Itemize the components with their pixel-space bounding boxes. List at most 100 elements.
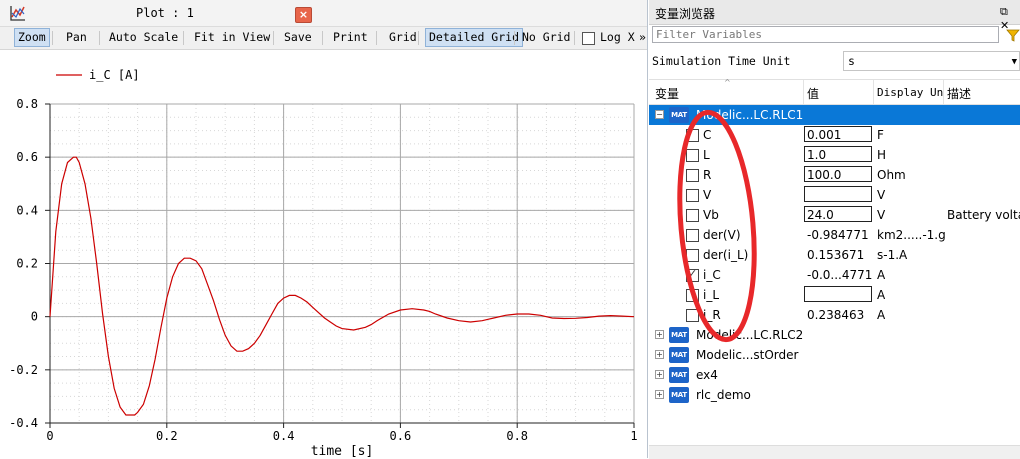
- toolbar---button[interactable]: »: [636, 29, 649, 46]
- plot-toolbar: Zoom Pan Auto Scale Fit in View Save Print Gri…: [0, 27, 647, 50]
- toolbar-log-x-button[interactable]: Log X: [597, 29, 638, 46]
- plot-area[interactable]: 0 0.2 0.4 0.6 0.8 1 -0.4 -0.2 0 0.2 0.4 0.6 0.8 time …: [0, 50, 647, 458]
- plot-variable-checkbox[interactable]: [686, 309, 699, 322]
- tree-node-result-file[interactable]: − MAT Modelic...LC.RLC1: [649, 105, 1020, 125]
- variable-row[interactable]: der(V) -0.984771 km2.....-1.g: [649, 225, 1020, 245]
- expand-icon[interactable]: +: [655, 370, 664, 379]
- result-file-name: Modelic...LC.RLC2: [696, 328, 804, 342]
- plot-variable-checkbox[interactable]: [686, 229, 699, 242]
- variable-unit[interactable]: s-1.A: [877, 248, 945, 262]
- result-file-name: rlc_demo: [696, 388, 751, 402]
- sort-caret-icon[interactable]: ^: [724, 78, 731, 87]
- variable-name: i_C: [703, 268, 721, 282]
- col-value[interactable]: 值: [807, 85, 819, 102]
- variable-value-input[interactable]: 0.001: [804, 126, 872, 142]
- variable-unit[interactable]: V: [877, 188, 945, 202]
- toolbar-auto-scale-button[interactable]: Auto Scale: [106, 29, 181, 46]
- time-unit-value: s: [848, 54, 855, 68]
- variable-row[interactable]: C 0.001 F: [649, 125, 1020, 145]
- time-unit-label: Simulation Time Unit: [652, 54, 791, 68]
- toolbar-grid-button[interactable]: Grid: [386, 29, 420, 46]
- plot-variable-checkbox[interactable]: [686, 129, 699, 142]
- y-tick-label: 0.2: [16, 257, 38, 271]
- toolbar-zoom-button[interactable]: Zoom: [14, 28, 50, 47]
- tree-header: ^ 变量 值 Display Un: 描述: [649, 78, 1020, 105]
- variable-row[interactable]: L 1.0 H: [649, 145, 1020, 165]
- variable-name: der(V): [703, 228, 741, 242]
- y-tick-label: -0.2: [9, 363, 38, 377]
- tree-node-result-file[interactable]: + MAT ex4: [649, 365, 1020, 385]
- plot-variable-checkbox[interactable]: [686, 149, 699, 162]
- col-variable[interactable]: 变量: [655, 85, 679, 102]
- plot-variable-checkbox[interactable]: [686, 209, 699, 222]
- plot-variable-checkbox[interactable]: [686, 189, 699, 202]
- variable-unit[interactable]: A: [877, 288, 945, 302]
- tree-node-result-file[interactable]: + MAT rlc_demo: [649, 385, 1020, 405]
- x-tick-label: 1: [630, 429, 637, 443]
- toolbar-print-button[interactable]: Print: [330, 29, 371, 46]
- expand-icon[interactable]: +: [655, 350, 664, 359]
- variable-name: der(i_L): [703, 248, 749, 262]
- variable-row[interactable]: Vb 24.0 V Battery volta: [649, 205, 1020, 225]
- variable-name: R: [703, 168, 712, 182]
- result-file-name: ex4: [696, 368, 718, 382]
- plot-variable-checkbox[interactable]: [686, 249, 699, 262]
- col-display-unit[interactable]: Display Un:: [877, 86, 943, 99]
- variable-name: V: [703, 188, 712, 202]
- variable-row[interactable]: i_R 0.238463 A: [649, 305, 1020, 325]
- variable-value: 0.153671: [807, 248, 865, 262]
- y-tick-label: 0: [31, 310, 38, 324]
- col-description[interactable]: 描述: [947, 85, 971, 102]
- time-unit-select[interactable]: s ▼: [843, 51, 1020, 71]
- expand-icon[interactable]: +: [655, 330, 664, 339]
- horizontal-scrollbar[interactable]: [649, 445, 1020, 459]
- x-tick-label: 0.6: [390, 429, 412, 443]
- variable-row[interactable]: der(i_L) 0.153671 s-1.A: [649, 245, 1020, 265]
- plot-title: Plot : 1: [136, 6, 194, 20]
- y-tick-label: -0.4: [9, 416, 38, 430]
- variable-description: Battery volta: [947, 208, 1020, 222]
- plot-variable-checkbox[interactable]: ✓: [686, 267, 699, 282]
- toolbar-no-grid-button[interactable]: No Grid: [519, 29, 573, 46]
- variable-name: L: [703, 148, 710, 162]
- variable-unit[interactable]: H: [877, 148, 945, 162]
- filter-variables-input[interactable]: Filter Variables: [652, 26, 999, 43]
- toolbar-save-button[interactable]: Save: [281, 29, 315, 46]
- variable-value-input[interactable]: 1.0: [804, 146, 872, 162]
- variable-value-input[interactable]: 100.0: [804, 166, 872, 182]
- mat-file-icon: MAT: [669, 327, 689, 343]
- variable-unit[interactable]: A: [877, 308, 945, 322]
- variable-unit[interactable]: Ohm: [877, 168, 945, 182]
- variable-value-input[interactable]: [804, 186, 872, 202]
- variable-row[interactable]: ✓ i_C -0.0...4771 A: [649, 265, 1020, 285]
- plot-window-icon: [10, 6, 25, 21]
- variable-row[interactable]: i_L A: [649, 285, 1020, 305]
- legend-label[interactable]: i_C [A]: [89, 68, 140, 82]
- plot-variable-checkbox[interactable]: [686, 169, 699, 182]
- toolbar-fit-in-view-button[interactable]: Fit in View: [191, 29, 273, 46]
- variable-unit[interactable]: km2.....-1.g: [877, 228, 945, 242]
- y-tick-label: 0.4: [16, 203, 38, 217]
- mat-file-icon: MAT: [669, 387, 689, 403]
- variable-unit[interactable]: A: [877, 268, 945, 282]
- variable-unit[interactable]: V: [877, 208, 945, 222]
- variable-row[interactable]: VV: [649, 185, 1020, 205]
- tree-node-result-file[interactable]: + MAT Modelic...stOrder: [649, 345, 1020, 365]
- plot-variable-checkbox[interactable]: [686, 289, 699, 302]
- variable-value-input[interactable]: [804, 286, 872, 302]
- collapse-icon[interactable]: −: [655, 110, 664, 119]
- toolbar-detailed-grid-button[interactable]: Detailed Grid: [425, 28, 524, 47]
- browser-title: 变量浏览器: [655, 7, 716, 21]
- tree-node-result-file[interactable]: + MAT Modelic...LC.RLC2: [649, 325, 1020, 345]
- close-plot-button[interactable]: ×: [295, 7, 312, 23]
- browser-titlebar: 变量浏览器 ⧉ ✕: [649, 0, 1020, 32]
- variable-value-input[interactable]: 24.0: [804, 206, 872, 222]
- variable-value: 0.238463: [807, 308, 865, 322]
- variable-row[interactable]: R 100.0 Ohm: [649, 165, 1020, 185]
- expand-icon[interactable]: +: [655, 390, 664, 399]
- log-x-checkbox[interactable]: [582, 32, 595, 45]
- toolbar-pan-button[interactable]: Pan: [63, 29, 90, 46]
- checkmark-icon: ✓: [688, 267, 698, 280]
- filter-options-icon[interactable]: [1006, 28, 1020, 42]
- variable-unit[interactable]: F: [877, 128, 945, 142]
